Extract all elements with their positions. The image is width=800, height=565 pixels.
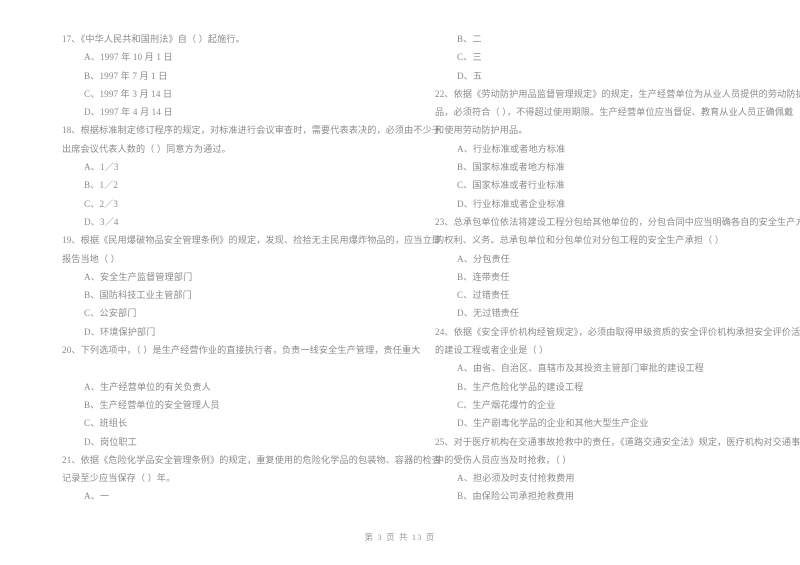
right-column: B、二 C、三 D、五 22、依据《劳动防护用品监督管理规定》的规定，生产经营单… <box>435 30 800 506</box>
question-stem-line: 20、下列选项中，（ ）是生产经营作业的直接执行者，负责一线安全生产管理，责任重… <box>62 345 421 356</box>
option-item: C、过错责任 <box>457 290 510 301</box>
question-stem-line: 21、依据《危险化学品安全管理条例》的规定，重复使用的危险化学品的包装物、容器的… <box>62 454 442 465</box>
option-item: C、班组长 <box>84 418 128 429</box>
question-stem-line: 中的受伤人员应当及时抢救，（ ） <box>435 454 572 465</box>
question-block: B、二 C、三 D、五 <box>435 30 780 85</box>
option-item: A、行业标准或者地方标准 <box>457 143 566 154</box>
question-block: 20、下列选项中，（ ）是生产经营作业的直接执行者，负责一线安全生产管理，责任重… <box>62 341 421 451</box>
option-item: A、安全生产监督管理部门 <box>84 271 193 282</box>
option-item: B、二 <box>457 34 482 44</box>
option-item: C、三 <box>457 52 482 63</box>
question-stem-line: 17、《中华人民共和国刑法》自（ ）起施行。 <box>62 34 245 44</box>
question-stem-line: 24、依据《安全评价机构经管规定》，必须由取得甲级资质的安全评价机构承担安全评价… <box>435 326 800 337</box>
question-stem-line: 的权利、义务。总承包单位和分包单位对分包工程的安全生产承担（ ） <box>435 235 724 246</box>
option-item: B、1997 年 7 月 1 日 <box>84 70 168 81</box>
question-stem-line: 记录至少应当保存（ ）年。 <box>62 473 176 484</box>
option-item: A、担必须及时支付抢救费用 <box>457 473 575 484</box>
page-footer: 第 3 页 共 13 页 <box>364 533 436 542</box>
question-stem-line: 18、根据标准制定修订程序的规定，对标准进行会议审查时，需要代表表决的，必须由不… <box>62 125 442 136</box>
option-item: D、行业标准或者企业标准 <box>457 198 566 209</box>
option-item: D、岗位职工 <box>84 436 137 447</box>
option-item: D、五 <box>457 70 483 81</box>
option-item: B、国防科技工业主管部门 <box>84 290 192 301</box>
option-item: D、无过错责任 <box>457 308 520 319</box>
question-stem-line: 的建设工程或者企业是（ ） <box>435 345 549 356</box>
question-stem-line: 品，必须符合（ ），不得超过使用期限。生产经营单位应当督促、教育从业人员正确佩戴 <box>435 107 794 118</box>
option-item: C、公安部门 <box>84 308 137 319</box>
option-item: D、环境保护部门 <box>84 326 156 337</box>
question-block: 24、依据《安全评价机构经管规定》，必须由取得甲级资质的安全评价机构承担安全评价… <box>435 323 800 433</box>
question-block: 19、根据《民用爆破物品安全管理条例》的规定，发现、捡拾无主民用爆炸物品的，应当… <box>62 231 442 341</box>
option-item: B、生产危险化学品的建设工程 <box>457 381 584 392</box>
option-item: A、一 <box>84 491 110 502</box>
option-item: A、由省、自治区、直辖市及其投资主管部门审批的建设工程 <box>457 363 705 374</box>
question-stem-line <box>62 359 407 377</box>
question-stem-line: 出席会议代表人数的（ ）同意方为通过。 <box>62 143 231 154</box>
question-stem-line: 19、根据《民用爆破物品安全管理条例》的规定，发现、捡拾无主民用爆炸物品的，应当… <box>62 235 442 246</box>
option-item: A、1／3 <box>84 162 119 173</box>
option-item: B、1／2 <box>84 180 119 191</box>
option-item: B、生产经营单位的安全管理人员 <box>84 399 220 410</box>
question-stem-line: 22、依据《劳动防护用品监督管理规定》的规定，生产经营单位为从业人员提供的劳动防… <box>435 88 800 99</box>
option-item: A、生产经营单位的有关负责人 <box>84 381 211 392</box>
option-item: C、2／3 <box>84 198 119 209</box>
question-block: 18、根据标准制定修订程序的规定，对标准进行会议审查时，需要代表表决的，必须由不… <box>62 121 442 231</box>
question-stem-line: 和使用劳动防护用品。 <box>435 125 528 136</box>
option-item: D、生产剧毒化学品的企业和其他大型生产企业 <box>457 418 649 429</box>
two-column-layout: 17、《中华人民共和国刑法》自（ ）起施行。 A、1997 年 10 月 1 日… <box>0 30 800 506</box>
option-item: C、1997 年 3 月 14 日 <box>84 88 173 99</box>
option-item: D、3／4 <box>84 216 119 227</box>
option-item: B、连带责任 <box>457 271 510 282</box>
option-item: C、生产烟花爆竹的企业 <box>457 399 556 410</box>
option-item: A、分包责任 <box>457 253 510 264</box>
question-block: 22、依据《劳动防护用品监督管理规定》的规定，生产经营单位为从业人员提供的劳动防… <box>435 85 800 213</box>
question-stem-line: 23、总承包单位依法将建设工程分包给其他单位的，分包合同中应当明确各自的安全生产… <box>435 216 800 227</box>
question-stem-line: 报告当地（ ） <box>62 253 120 264</box>
option-item: D、1997 年 4 月 14 日 <box>84 107 173 118</box>
question-block: 23、总承包单位依法将建设工程分包给其他单位的，分包合同中应当明确各自的安全生产… <box>435 213 800 323</box>
option-item: C、国家标准或者行业标准 <box>457 180 565 191</box>
left-column: 17、《中华人民共和国刑法》自（ ）起施行。 A、1997 年 10 月 1 日… <box>62 30 442 506</box>
question-block: 17、《中华人民共和国刑法》自（ ）起施行。 A、1997 年 10 月 1 日… <box>62 30 407 121</box>
exam-page: 17、《中华人民共和国刑法》自（ ）起施行。 A、1997 年 10 月 1 日… <box>0 0 800 565</box>
option-item: A、1997 年 10 月 1 日 <box>84 52 173 63</box>
option-item: B、国家标准或者地方标准 <box>457 162 565 173</box>
question-block: 21、依据《危险化学品安全管理条例》的规定，重复使用的危险化学品的包装物、容器的… <box>62 451 442 506</box>
option-item: B、由保险公司承担抢救费用 <box>457 491 575 502</box>
question-stem-line: 25、对于医疗机构在交通事故抢救中的责任，《道路交通安全法》规定，医疗机构对交通… <box>435 436 800 447</box>
question-block: 25、对于医疗机构在交通事故抢救中的责任，《道路交通安全法》规定，医疗机构对交通… <box>435 433 800 506</box>
